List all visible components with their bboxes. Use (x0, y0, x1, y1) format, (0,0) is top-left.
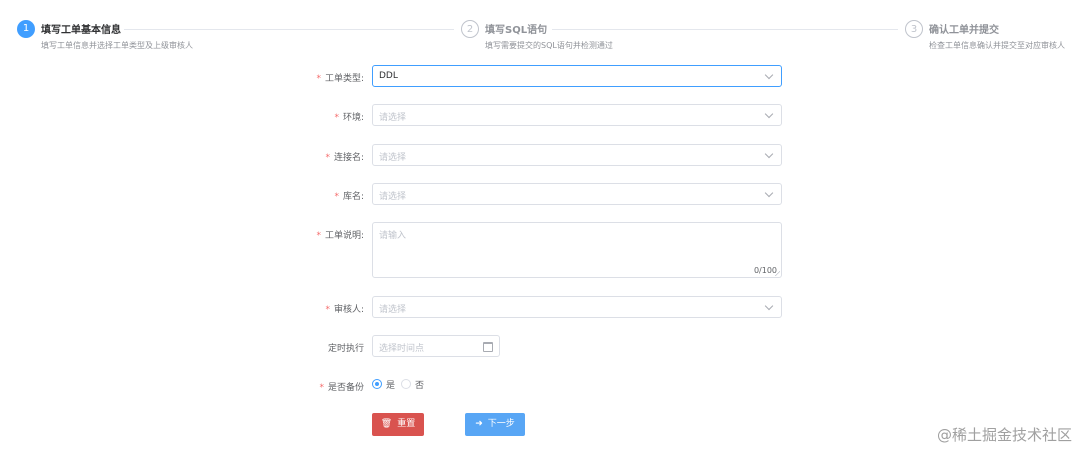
description-label: * 工单说明: (316, 231, 364, 241)
chevron-down-icon (764, 301, 774, 311)
env-placeholder: 请选择 (379, 113, 407, 123)
reviewer-label: * 审核人: (325, 305, 364, 315)
required-mark: * (316, 74, 321, 84)
description-textarea[interactable]: 请输入 0/100 (372, 222, 782, 278)
step-2-description: 填写需要提交的SQL语句并检测通过 (485, 41, 613, 50)
next-step-button-label: 下一步 (487, 419, 515, 429)
radio-no-label: 否 (415, 381, 425, 391)
database-placeholder: 请选择 (379, 192, 407, 202)
step-3-title: 确认工单并提交 (929, 25, 999, 36)
chevron-down-icon (764, 109, 774, 119)
chevron-down-icon (764, 188, 774, 198)
connection-label: * 连接名: (325, 153, 364, 163)
connection-select[interactable]: 请选择 (372, 144, 782, 166)
step-divider (552, 29, 898, 30)
character-count: 0/100 (753, 266, 777, 275)
radio-checked-icon[interactable] (372, 379, 382, 389)
step-3-number: 3 (905, 20, 923, 38)
chevron-down-icon (764, 70, 774, 80)
step-2-title: 填写SQL语句 (485, 25, 548, 36)
schedule-placeholder: 选择时间点 (379, 344, 425, 354)
step-3-description: 检查工单信息确认并提交至对应审核人 (929, 41, 1065, 50)
required-mark: * (325, 305, 330, 315)
chevron-down-icon (764, 149, 774, 159)
step-1-number: 1 (17, 20, 35, 38)
step-1-title: 填写工单基本信息 (41, 25, 121, 36)
radio-yes-label: 是 (386, 381, 396, 391)
reset-button[interactable]: 🗑 重置 (372, 413, 424, 436)
resize-handle[interactable] (775, 271, 780, 276)
required-mark: * (316, 231, 321, 241)
step-2-number: 2 (461, 20, 479, 38)
steps-bar: 1 填写工单基本信息 填写工单信息并选择工单类型及上级审核人 2 填写SQL语句… (0, 0, 1080, 60)
arrow-right-icon: ➜ (475, 419, 483, 429)
required-mark: * (319, 383, 324, 393)
required-mark: * (334, 113, 339, 123)
watermark: @稀土掘金技术社区 (936, 426, 1072, 444)
reset-button-label: 重置 (397, 419, 416, 429)
order-type-value: DDL (379, 71, 398, 81)
required-mark: * (325, 153, 330, 163)
radio-unchecked-icon[interactable] (401, 379, 411, 389)
step-1-description: 填写工单信息并选择工单类型及上级审核人 (41, 41, 193, 50)
description-placeholder: 请输入 (379, 231, 407, 241)
backup-label: * 是否备份 (319, 383, 364, 393)
env-select[interactable]: 请选择 (372, 104, 782, 126)
database-label: * 库名: (334, 192, 364, 202)
required-mark: * (334, 192, 339, 202)
next-step-button[interactable]: ➜ 下一步 (465, 413, 525, 436)
database-select[interactable]: 请选择 (372, 183, 782, 205)
env-label: * 环境: (334, 113, 364, 123)
calendar-icon[interactable] (483, 342, 493, 352)
trash-icon: 🗑 (380, 419, 393, 429)
schedule-datetime-picker[interactable]: 选择时间点 (372, 335, 500, 357)
reviewer-select[interactable]: 请选择 (372, 296, 782, 318)
step-divider (124, 29, 454, 30)
connection-placeholder: 请选择 (379, 153, 407, 163)
reviewer-placeholder: 请选择 (379, 305, 407, 315)
order-type-label: * 工单类型: (316, 74, 364, 84)
schedule-label: 定时执行 (327, 344, 364, 354)
order-type-select[interactable]: DDL (372, 65, 782, 87)
